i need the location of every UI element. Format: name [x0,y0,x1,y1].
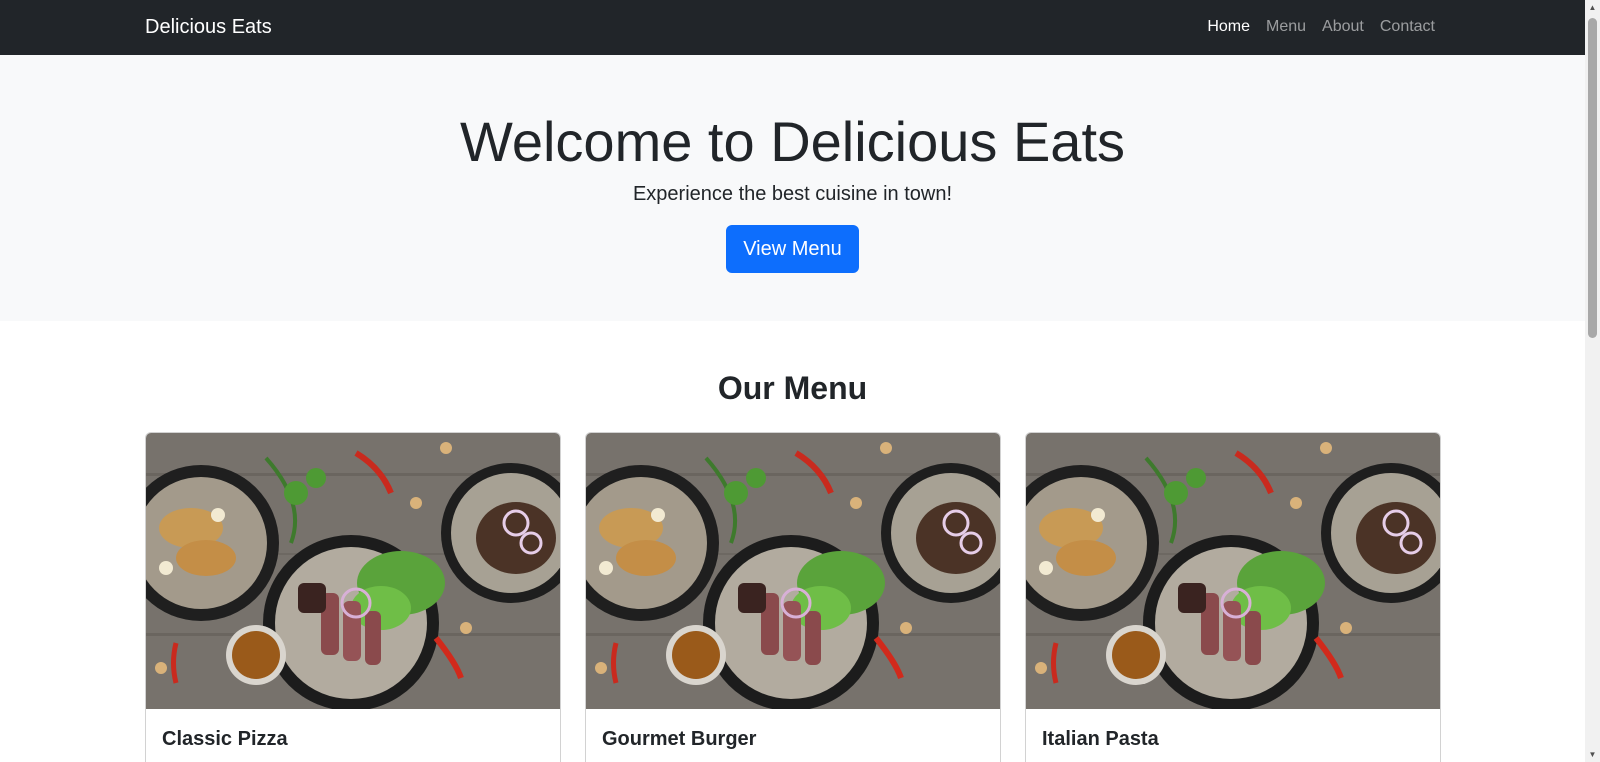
nav-links: Home Menu About Contact [1207,18,1435,36]
hero-section: Welcome to Delicious Eats Experience the… [0,55,1585,321]
scrollbar-thumb[interactable] [1588,18,1597,338]
hero-subtitle: Experience the best cuisine in town! [632,183,953,205]
nav-link-menu[interactable]: Menu [1266,18,1306,36]
menu-card-italian-pasta[interactable]: Italian Pasta [1025,432,1441,762]
menu-item-title: Gourmet Burger [602,728,757,750]
view-menu-button[interactable]: View Menu [726,225,859,273]
food-image [586,433,1000,709]
hero-title: Welcome to Delicious Eats [460,110,1125,173]
menu-item-title: Italian Pasta [1042,728,1159,750]
nav-link-about[interactable]: About [1322,18,1364,36]
navbar-brand[interactable]: Delicious Eats [145,16,272,39]
menu-item-title: Classic Pizza [162,728,288,750]
scroll-down-icon[interactable]: ▼ [1585,747,1600,762]
scroll-up-icon[interactable]: ▲ [1585,0,1600,15]
food-image [1026,433,1440,709]
menu-section-title: Our Menu [717,370,868,406]
nav-link-contact[interactable]: Contact [1380,18,1435,36]
menu-card-gourmet-burger[interactable]: Gourmet Burger [585,432,1001,762]
vertical-scrollbar[interactable]: ▲ ▼ [1585,0,1600,762]
menu-card-classic-pizza[interactable]: Classic Pizza [145,432,561,762]
food-image [146,433,560,709]
navbar: Delicious Eats Home Menu About Contact [0,0,1585,55]
nav-link-home[interactable]: Home [1207,18,1250,36]
